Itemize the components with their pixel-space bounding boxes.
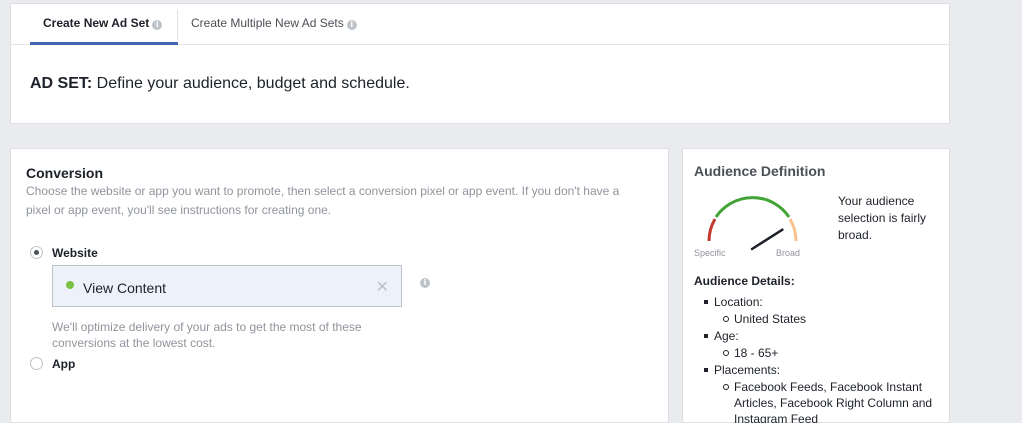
- audience-title: Audience Definition: [694, 163, 826, 179]
- page-title: AD SET: Define your audience, budget and…: [30, 75, 410, 93]
- conversion-title: Conversion: [26, 165, 104, 181]
- audience-gauge: Specific Broad: [694, 189, 809, 259]
- status-dot-icon: [66, 281, 74, 289]
- page-title-text: Define your audience, budget and schedul…: [92, 75, 410, 92]
- app-radio-label[interactable]: App: [52, 357, 75, 371]
- tab-create-multiple-ad-sets[interactable]: Create Multiple New Ad Sets i: [177, 10, 357, 40]
- tab-create-new-ad-set[interactable]: Create New Ad Set i: [30, 4, 178, 45]
- gauge-specific-label: Specific: [694, 248, 726, 258]
- conversion-description: Choose the website or app you want to pr…: [26, 184, 620, 217]
- gauge-broad-label: Broad: [776, 248, 800, 258]
- audience-details-list: Location: United States Age: 18 - 65+ Pl…: [694, 294, 944, 423]
- list-item: Location:: [694, 294, 944, 310]
- conversion-event-field[interactable]: View Content ✕: [52, 265, 402, 307]
- gauge-orange-arc: [788, 218, 798, 242]
- info-icon[interactable]: i: [420, 278, 430, 288]
- conversion-event-value: View Content: [83, 280, 167, 296]
- optimization-note: We'll optimize delivery of your ads to g…: [52, 320, 362, 350]
- gauge-green-arc: [714, 196, 791, 218]
- website-radio[interactable]: [30, 246, 43, 259]
- website-radio-label[interactable]: Website: [52, 246, 98, 260]
- list-item: Facebook Feeds, Facebook Instant Article…: [694, 379, 944, 423]
- info-icon[interactable]: i: [346, 20, 357, 30]
- gauge-icon: Specific Broad: [694, 196, 800, 258]
- list-item: Age:: [694, 328, 944, 344]
- list-item: 18 - 65+: [694, 345, 944, 361]
- app-radio[interactable]: [30, 357, 43, 370]
- close-icon[interactable]: ✕: [376, 277, 389, 297]
- audience-summary: Your audience selection is fairly broad.: [838, 194, 927, 242]
- page-title-prefix: AD SET:: [30, 75, 93, 92]
- audience-definition-card: Audience Definition Specific Broad Your …: [682, 148, 950, 423]
- conversion-card: Conversion Choose the website or app you…: [10, 148, 669, 423]
- list-item: United States: [694, 311, 944, 327]
- audience-details-title: Audience Details:: [694, 274, 795, 288]
- tab-bar: Create New Ad Set i Create Multiple New A…: [11, 4, 949, 45]
- list-item: Placements:: [694, 362, 944, 378]
- tab-label: Create Multiple New Ad Sets: [191, 16, 344, 30]
- gauge-red-arc: [707, 218, 717, 242]
- ad-set-header-card: Create New Ad Set i Create Multiple New A…: [10, 3, 950, 124]
- tab-label: Create New Ad Set: [43, 16, 150, 30]
- gauge-needle: [750, 228, 784, 251]
- info-icon[interactable]: i: [152, 20, 163, 30]
